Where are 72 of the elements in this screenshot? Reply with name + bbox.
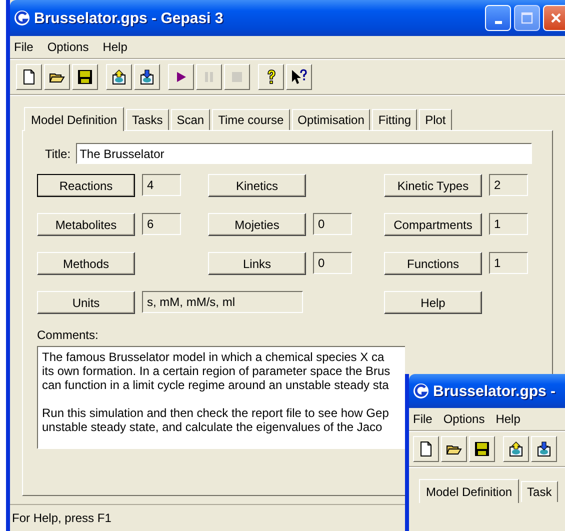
down-arrow-icon bbox=[536, 441, 552, 457]
comment-paragraph: The famous Brusselator model in which a chemical species X ca its own formation. In a certain region of parameter space the Brus can function in a limit cycle regime around an unstable steady sta bbox=[42, 350, 390, 392]
menu-item[interactable]: Help bbox=[496, 412, 520, 426]
menu-item[interactable]: Options bbox=[443, 412, 485, 426]
close-icon bbox=[550, 12, 562, 24]
app-icon bbox=[413, 383, 429, 399]
dialog-button[interactable]: Units bbox=[37, 291, 135, 314]
up-arrow-icon bbox=[508, 441, 524, 457]
dialog-button[interactable]: Compartments bbox=[384, 213, 482, 236]
page-icon bbox=[21, 69, 37, 85]
dialog-button[interactable]: Help bbox=[384, 291, 482, 314]
value-field: 1 bbox=[489, 213, 528, 235]
toolbar-button[interactable] bbox=[469, 436, 495, 462]
tab[interactable]: Optimisation bbox=[292, 109, 370, 130]
window-title: Brusselator.gps - bbox=[433, 382, 556, 400]
value-field: 6 bbox=[142, 213, 181, 235]
menu-item[interactable]: Help bbox=[102, 40, 128, 54]
toolbar-button[interactable] bbox=[16, 64, 42, 90]
toolbar-button[interactable] bbox=[531, 436, 557, 462]
dialog-button[interactable]: Metabolites bbox=[37, 213, 135, 236]
tab[interactable]: Model Definition bbox=[419, 479, 520, 503]
tab[interactable]: Task bbox=[521, 481, 558, 502]
comments-field[interactable] bbox=[37, 346, 405, 449]
comments-label: Comments: bbox=[37, 328, 100, 342]
toolbar-button[interactable] bbox=[286, 64, 312, 90]
toolbar-button[interactable] bbox=[413, 436, 439, 462]
tab[interactable]: Tasks bbox=[126, 109, 169, 130]
status-text: For Help, press F1 bbox=[12, 511, 112, 525]
dialog-button[interactable]: Links bbox=[208, 252, 306, 275]
maximize-button[interactable] bbox=[514, 5, 540, 31]
menu-item[interactable]: File bbox=[14, 40, 34, 54]
down-arrow-icon bbox=[139, 69, 155, 85]
dialog-button[interactable]: Functions bbox=[384, 252, 482, 275]
tab[interactable]: Scan bbox=[170, 109, 210, 130]
window-title: Brusselator.gps - Gepasi 3 bbox=[34, 10, 224, 26]
toolbar-button[interactable] bbox=[441, 436, 467, 462]
value-field: 0 bbox=[313, 213, 352, 235]
toolbar-button[interactable] bbox=[134, 64, 160, 90]
tab[interactable]: Time course bbox=[212, 109, 290, 130]
comment-paragraph: Run this simulation and then check the report file to see how Gep unstable steady state, and calculate the eigenvalues of the Jaco bbox=[42, 406, 389, 434]
value-field: 1 bbox=[489, 252, 528, 274]
close-button[interactable] bbox=[543, 5, 565, 31]
value-field: 2 bbox=[489, 174, 528, 196]
maximize-icon bbox=[521, 12, 533, 24]
up-arrow-icon bbox=[111, 69, 127, 85]
value-field: 0 bbox=[313, 252, 352, 274]
minimize-button[interactable] bbox=[485, 5, 511, 31]
tab[interactable]: Model Definition bbox=[24, 107, 124, 131]
menu-item[interactable]: Options bbox=[47, 40, 89, 54]
pointer-question-icon bbox=[291, 69, 307, 85]
menu-item[interactable]: File bbox=[413, 412, 432, 426]
toolbar-button[interactable] bbox=[44, 64, 70, 90]
toolbar-button[interactable] bbox=[258, 64, 284, 90]
dialog-button[interactable]: Kinetics bbox=[208, 174, 306, 197]
dialog-button[interactable]: Mojeties bbox=[208, 213, 306, 236]
toolbar-button[interactable] bbox=[106, 64, 132, 90]
title-field[interactable]: The Brusselator bbox=[76, 143, 532, 164]
toolbar-button[interactable] bbox=[503, 436, 529, 462]
title-label: Title: bbox=[45, 146, 71, 160]
dialog-button[interactable]: Reactions bbox=[37, 174, 135, 197]
tab[interactable]: Plot bbox=[419, 109, 452, 130]
toolbar-button[interactable] bbox=[168, 64, 194, 90]
dialog-button[interactable]: Kinetic Types bbox=[384, 174, 482, 197]
page-icon bbox=[418, 441, 434, 457]
value-field: 4 bbox=[142, 174, 181, 196]
dialog-button[interactable]: Methods bbox=[37, 252, 135, 275]
minimize-icon bbox=[494, 20, 502, 24]
tab[interactable]: Fitting bbox=[372, 109, 418, 130]
app-icon bbox=[14, 10, 30, 26]
toolbar-button[interactable] bbox=[72, 64, 98, 90]
value-field: s, mM, mM/s, ml bbox=[142, 291, 303, 313]
stop-icon bbox=[229, 69, 245, 85]
